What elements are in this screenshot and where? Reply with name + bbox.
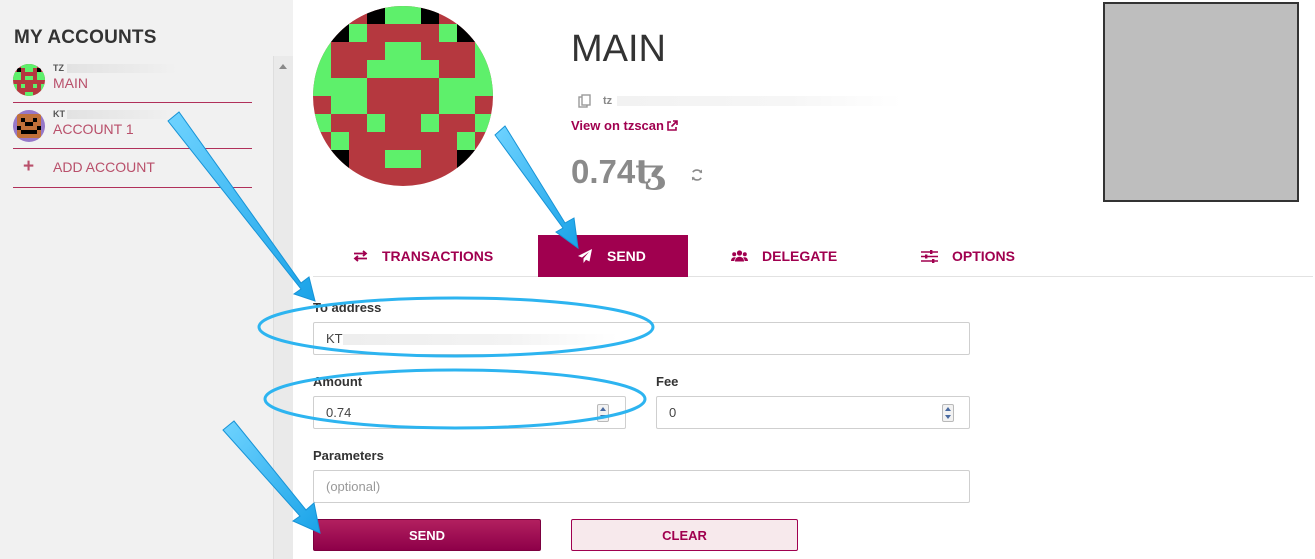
stepper-down-icon[interactable] — [945, 415, 951, 419]
amount-label: Amount — [313, 374, 363, 389]
tzscan-link-label: View on tzscan — [571, 118, 664, 133]
scroll-up-icon[interactable] — [279, 64, 287, 69]
sidebar-scrollbar[interactable] — [273, 56, 293, 559]
clear-button[interactable]: CLEAR — [571, 519, 798, 551]
to-address-redacted — [343, 334, 618, 345]
arrow-send-tab-icon — [494, 125, 579, 250]
tab-label: OPTIONS — [952, 248, 1016, 264]
exchange-icon — [353, 250, 368, 262]
tab-label: TRANSACTIONS — [382, 248, 494, 264]
parameters-label: Parameters — [313, 448, 384, 463]
sidebar-account-main[interactable]: TZ MAIN — [13, 57, 252, 103]
account-address-prefix: tz — [603, 95, 613, 107]
sidebar-account-1[interactable]: KT ACCOUNT 1 — [13, 103, 252, 149]
tab-delegate[interactable]: DELEGATE — [731, 235, 837, 277]
copy-icon[interactable] — [578, 94, 592, 108]
sliders-icon — [921, 249, 938, 263]
plus-icon: + — [23, 156, 35, 177]
fee-input[interactable] — [656, 396, 970, 429]
refresh-icon[interactable] — [690, 168, 704, 182]
qr-code-placeholder — [1103, 2, 1299, 202]
sidebar-title: MY ACCOUNTS — [14, 27, 157, 48]
account-identicon — [13, 110, 45, 142]
stepper-down-icon[interactable] — [600, 415, 606, 419]
external-link-icon — [667, 120, 678, 131]
account-address-prefix: TZ — [53, 63, 64, 73]
account-address-redacted — [67, 110, 177, 119]
users-icon — [731, 250, 748, 262]
amount-input[interactable] — [313, 396, 626, 429]
tab-send[interactable]: SEND — [538, 235, 688, 277]
stepper-up-icon[interactable] — [945, 407, 951, 411]
parameters-input[interactable] — [313, 470, 970, 503]
account-address-redacted — [67, 64, 177, 73]
stepper-up-icon[interactable] — [600, 407, 606, 411]
paper-plane-icon — [578, 249, 592, 263]
tez-symbol: ꜩ — [635, 152, 667, 192]
send-button[interactable]: SEND — [313, 519, 541, 551]
account-name: ACCOUNT 1 — [53, 121, 134, 137]
account-address-redacted — [617, 96, 902, 106]
to-address-label: To address — [313, 300, 382, 315]
amount-stepper[interactable] — [597, 404, 609, 422]
fee-stepper[interactable] — [942, 404, 954, 422]
tab-label: SEND — [607, 248, 646, 264]
tab-transactions[interactable]: TRANSACTIONS — [353, 235, 493, 277]
account-address-prefix: KT — [53, 109, 65, 119]
sidebar: MY ACCOUNTS TZ MAIN KT ACCOUNT 1 + ADD A… — [0, 0, 293, 559]
fee-label: Fee — [656, 374, 679, 389]
tab-options[interactable]: OPTIONS — [921, 235, 1015, 277]
add-account-label: ADD ACCOUNT — [53, 159, 155, 175]
account-title: MAIN — [571, 28, 666, 70]
view-on-tzscan-link[interactable]: View on tzscan — [571, 118, 678, 133]
add-account-button[interactable]: + ADD ACCOUNT — [13, 148, 252, 188]
account-balance: 0.74ꜩ — [571, 152, 666, 192]
wallet-page: MY ACCOUNTS TZ MAIN KT ACCOUNT 1 + ADD A… — [0, 0, 1315, 559]
tab-bar: TRANSACTIONS SEND DELEGATE OPTIONS — [313, 235, 1313, 277]
tab-label: DELEGATE — [762, 248, 838, 264]
account-name: MAIN — [53, 75, 88, 91]
account-identicon-large — [313, 6, 493, 186]
balance-value: 0.74 — [571, 153, 636, 190]
account-identicon — [13, 64, 45, 96]
